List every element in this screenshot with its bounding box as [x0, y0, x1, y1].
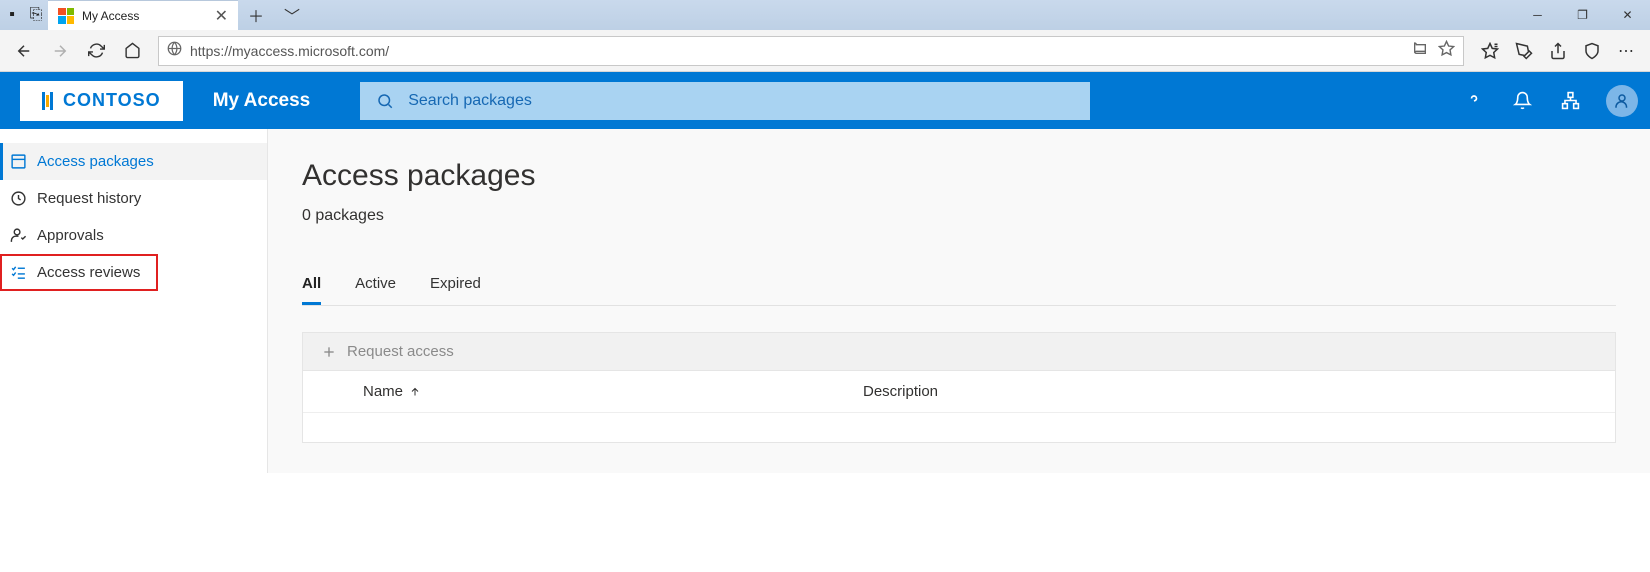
sidebar-item-request-history[interactable]: Request history [0, 180, 267, 217]
new-tab-button[interactable]: ＋ [238, 3, 274, 27]
ms-logo-icon [58, 8, 74, 24]
help-button[interactable] [1450, 77, 1498, 125]
history-icon [10, 190, 27, 207]
home-button[interactable] [116, 35, 148, 67]
column-name[interactable]: Name [363, 383, 863, 400]
reading-view-icon[interactable] [1412, 40, 1428, 61]
sidebar-label: Request history [37, 190, 141, 207]
sidebar-label: Access packages [37, 153, 154, 170]
toolbar: Request access [302, 332, 1616, 371]
brand-logo[interactable]: CONTOSO [20, 81, 183, 121]
search-box[interactable]: Search packages [360, 82, 1090, 120]
table-empty-row [303, 412, 1615, 442]
sidebar-label: Access reviews [37, 264, 140, 281]
plus-icon [321, 344, 337, 360]
tab-title: My Access [82, 9, 215, 23]
back-button[interactable] [8, 35, 40, 67]
user-avatar[interactable] [1606, 85, 1638, 117]
packages-table: Name Description [302, 371, 1616, 443]
tab-expired[interactable]: Expired [430, 275, 481, 305]
app-icon-2: ⎘ [24, 6, 48, 24]
globe-icon [167, 41, 182, 61]
filter-tabs: All Active Expired [302, 275, 1616, 306]
sort-asc-icon [409, 386, 421, 398]
person-icon [1613, 92, 1631, 110]
tab-active[interactable]: Active [355, 275, 396, 305]
brand-glyph-icon [42, 92, 53, 110]
notes-button[interactable] [1508, 35, 1540, 67]
tab-overflow-icon[interactable]: ﹀ [274, 3, 310, 27]
forward-button[interactable] [44, 35, 76, 67]
refresh-button[interactable] [80, 35, 112, 67]
request-access-button[interactable]: Request access [347, 343, 454, 360]
highlight-box: Access reviews [0, 254, 158, 291]
sidebar-item-approvals[interactable]: Approvals [0, 217, 267, 254]
favorite-star-icon[interactable] [1438, 40, 1455, 62]
browser-tab[interactable]: My Access ✕ [48, 0, 238, 30]
checklist-icon [10, 264, 27, 281]
close-window-button[interactable]: ✕ [1605, 8, 1650, 22]
table-header: Name Description [303, 371, 1615, 412]
favorites-button[interactable] [1474, 35, 1506, 67]
search-placeholder: Search packages [408, 92, 532, 110]
tab-close-icon[interactable]: ✕ [215, 6, 228, 26]
window-titlebar: ▪ ⎘ My Access ✕ ＋ ﹀ ─ ❐ ✕ [0, 0, 1650, 30]
notifications-button[interactable] [1498, 77, 1546, 125]
minimize-button[interactable]: ─ [1515, 8, 1560, 22]
page-title: Access packages [302, 159, 1616, 193]
app-icon-1: ▪ [0, 6, 24, 24]
browser-toolbar: https://myaccess.microsoft.com/ ⋯ [0, 30, 1650, 72]
sidebar-label: Approvals [37, 227, 104, 244]
search-icon [376, 92, 394, 110]
app-title: My Access [213, 90, 311, 112]
package-icon [10, 153, 27, 170]
sidebar-item-access-reviews[interactable]: Access reviews [2, 256, 148, 289]
share-button[interactable] [1542, 35, 1574, 67]
main-content: Access packages 0 packages All Active Ex… [268, 129, 1650, 473]
app-header: CONTOSO My Access Search packages [0, 72, 1650, 129]
more-button[interactable]: ⋯ [1610, 35, 1642, 67]
sidebar-item-access-packages[interactable]: Access packages [0, 143, 267, 180]
sidebar: Access packages Request history Approval… [0, 129, 268, 473]
brand-name: CONTOSO [63, 90, 161, 111]
address-bar[interactable]: https://myaccess.microsoft.com/ [158, 36, 1464, 66]
column-description[interactable]: Description [863, 383, 938, 400]
tab-all[interactable]: All [302, 275, 321, 305]
person-check-icon [10, 227, 27, 244]
maximize-button[interactable]: ❐ [1560, 8, 1605, 22]
security-button[interactable] [1576, 35, 1608, 67]
package-count: 0 packages [302, 207, 1616, 225]
url-text: https://myaccess.microsoft.com/ [190, 43, 1402, 59]
directory-button[interactable] [1546, 77, 1594, 125]
